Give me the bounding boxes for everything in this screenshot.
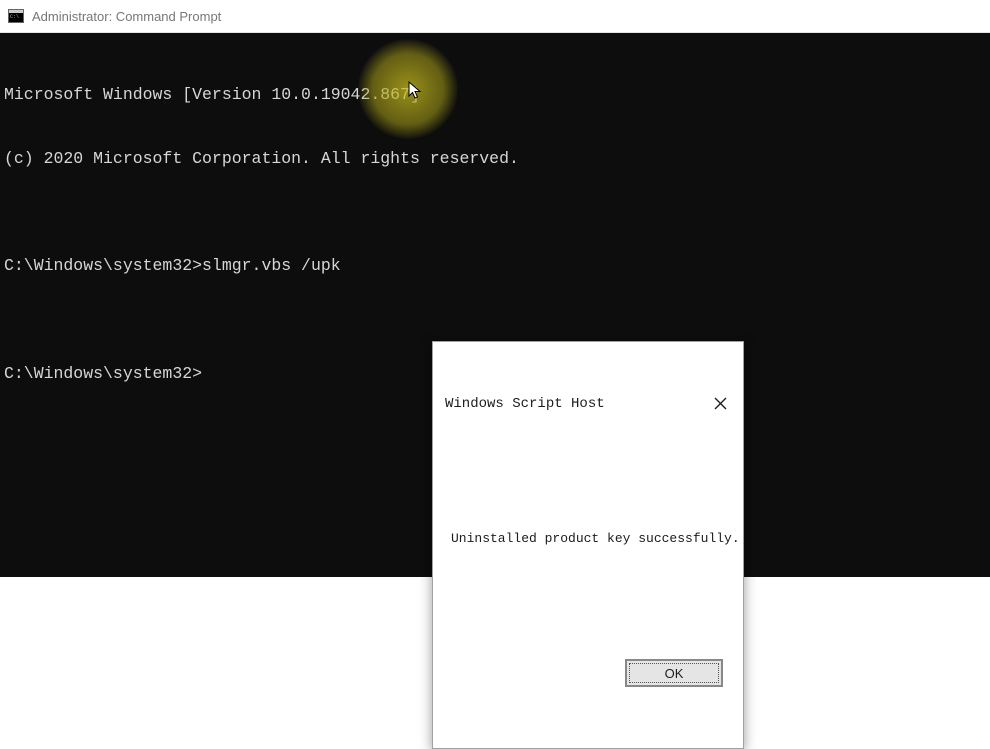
terminal-area[interactable]: Microsoft Windows [Version 10.0.19042.86… (0, 33, 990, 577)
ok-button[interactable]: OK (625, 659, 723, 687)
close-button[interactable] (697, 385, 743, 423)
dialog-body: Uninstalled product key successfully. (433, 466, 743, 603)
dialog-titlebar[interactable]: Windows Script Host (433, 385, 743, 423)
dialog-footer: OK (433, 645, 743, 705)
message-dialog: Windows Script Host Uninstalled product … (432, 341, 744, 749)
dialog-message: Uninstalled product key successfully. (451, 531, 725, 548)
cmd-icon (8, 9, 24, 23)
close-icon (714, 397, 727, 410)
terminal-line: Microsoft Windows [Version 10.0.19042.86… (4, 84, 986, 105)
terminal-line: C:\Windows\system32>slmgr.vbs /upk (4, 255, 986, 276)
terminal-line: (c) 2020 Microsoft Corporation. All righ… (4, 148, 986, 169)
window-title: Administrator: Command Prompt (32, 9, 221, 24)
window-titlebar[interactable]: Administrator: Command Prompt (0, 0, 990, 33)
dialog-title: Windows Script Host (445, 395, 605, 413)
